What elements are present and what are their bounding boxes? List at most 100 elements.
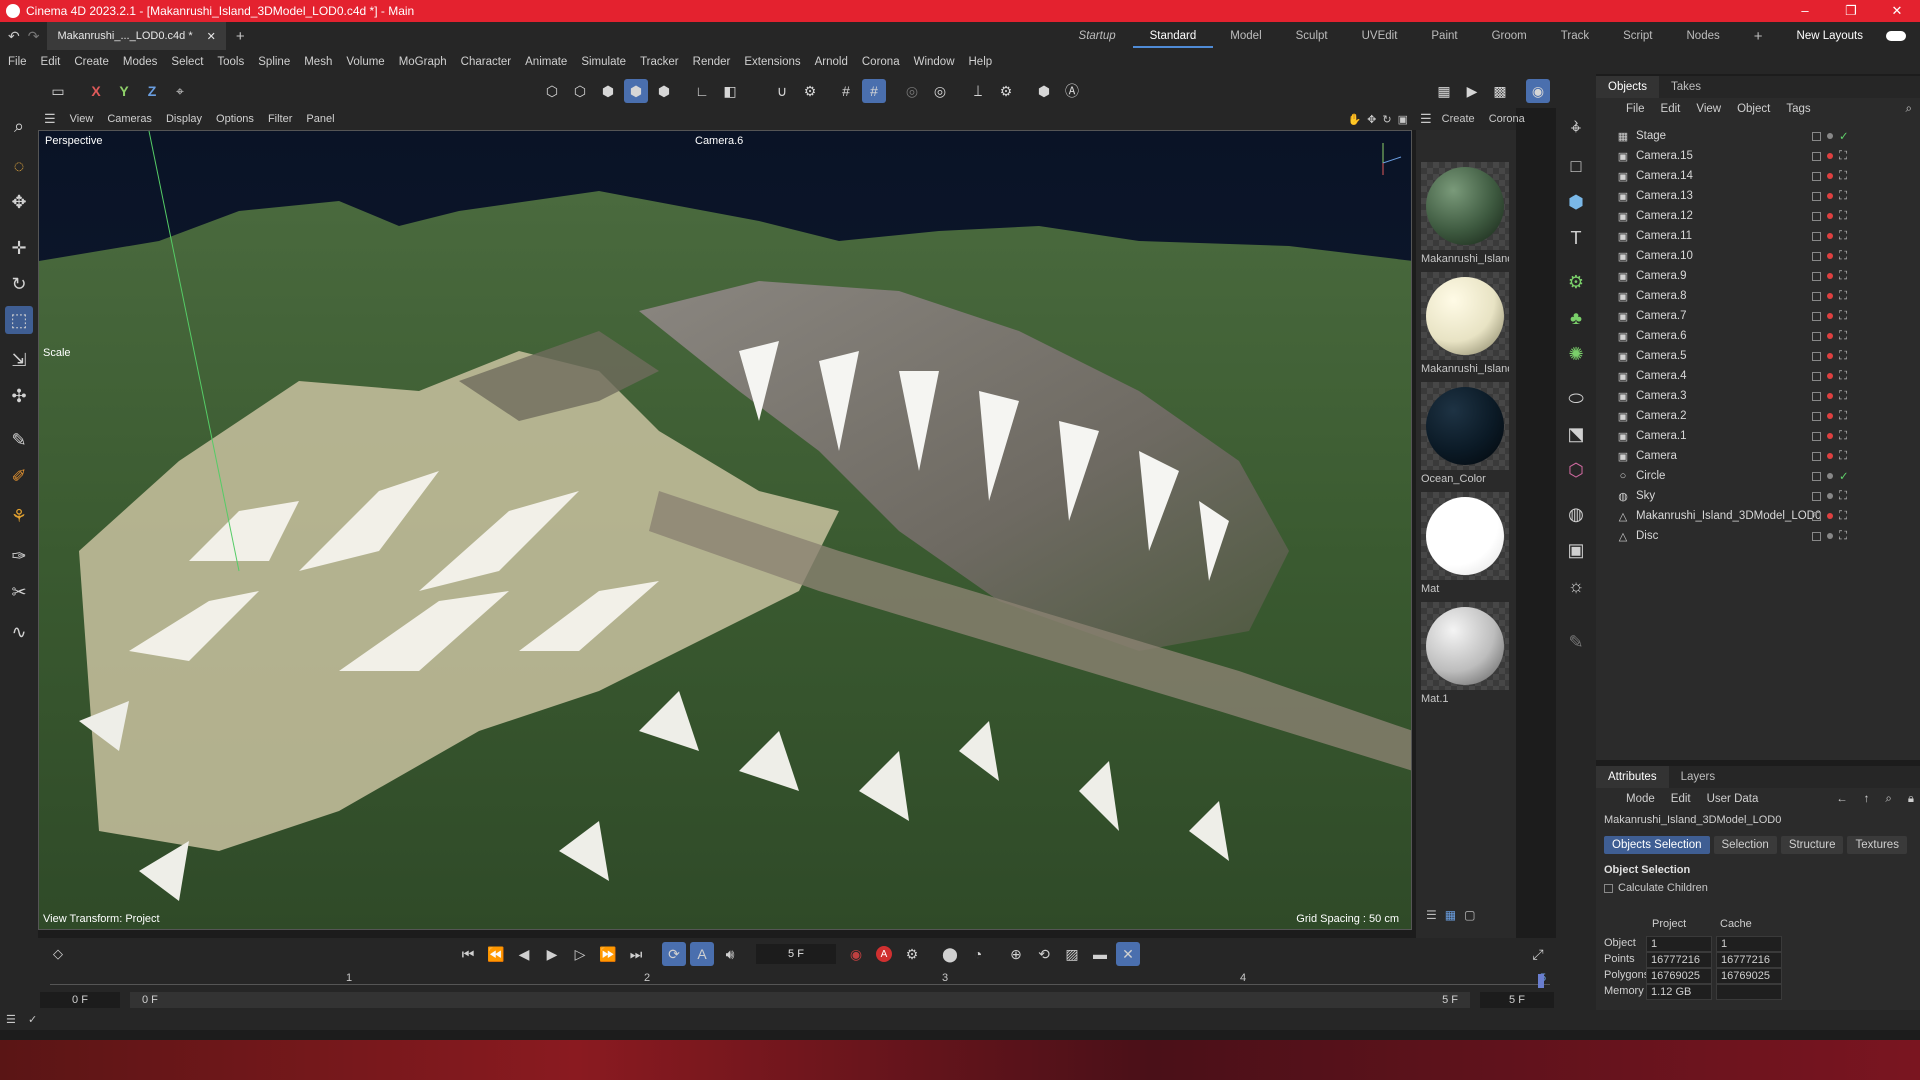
- points-mode-icon[interactable]: ⬡: [540, 79, 564, 103]
- material-swatch[interactable]: Ocean_Color: [1421, 382, 1509, 485]
- attr-up-icon[interactable]: ↑: [1864, 793, 1870, 805]
- object-row[interactable]: ▣ Camera.7 ⛶: [1596, 306, 1920, 326]
- object-row[interactable]: ▣ Camera.3 ⛶: [1596, 386, 1920, 406]
- knife-tool-icon[interactable]: ✂: [5, 578, 33, 606]
- attr-menu-edit[interactable]: Edit: [1671, 793, 1691, 805]
- search-icon[interactable]: ⌕: [5, 112, 33, 140]
- magnet-tool-icon[interactable]: ∿: [5, 618, 33, 646]
- attr-menu-user-data[interactable]: User Data: [1707, 793, 1759, 805]
- calc-children-checkbox[interactable]: [1604, 883, 1613, 893]
- next-key-icon[interactable]: ⏩: [596, 942, 620, 966]
- viewport-menu-view[interactable]: View: [70, 113, 94, 125]
- layer-checkbox[interactable]: [1812, 211, 1821, 221]
- protection-tag-icon[interactable]: ⛶: [1839, 150, 1847, 163]
- enabled-check-icon[interactable]: ✓: [1839, 469, 1849, 483]
- protection-tag-icon[interactable]: ⛶: [1839, 450, 1847, 463]
- previous-key-icon[interactable]: ⏪: [484, 942, 508, 966]
- viewport-menu-cameras[interactable]: Cameras: [107, 113, 152, 125]
- layout-sculpt[interactable]: Sculpt: [1279, 30, 1345, 42]
- subtab-objects-selection[interactable]: Objects Selection: [1604, 836, 1710, 854]
- go-to-end-icon[interactable]: ⏭: [624, 942, 648, 966]
- viewport-rotate-icon[interactable]: ↻: [1382, 113, 1391, 126]
- layer-checkbox[interactable]: [1812, 471, 1821, 481]
- protection-tag-icon[interactable]: ⛶: [1839, 390, 1847, 403]
- maximize-icon[interactable]: ❐: [1828, 3, 1874, 19]
- document-tab[interactable]: Makanrushi_..._LOD0.c4d * ✕: [47, 22, 226, 50]
- visibility-dot[interactable]: [1827, 533, 1833, 539]
- menu-arnold[interactable]: Arnold: [815, 56, 848, 68]
- move-tool-icon[interactable]: ✛: [5, 234, 33, 262]
- scale-tool-icon[interactable]: ⬚: [5, 306, 33, 334]
- layer-checkbox[interactable]: [1812, 391, 1821, 401]
- visibility-dot[interactable]: [1827, 353, 1833, 359]
- layer-checkbox[interactable]: [1812, 251, 1821, 261]
- object-row[interactable]: ▣ Camera.8 ⛶: [1596, 286, 1920, 306]
- undo-icon[interactable]: ↶: [8, 28, 20, 45]
- attr-lock-icon[interactable]: 🔒︎: [1908, 793, 1914, 806]
- record-icon[interactable]: ◉: [844, 942, 868, 966]
- previous-frame-icon[interactable]: ◀: [512, 942, 536, 966]
- visibility-dot[interactable]: [1827, 513, 1833, 519]
- protection-tag-icon[interactable]: ⛶: [1839, 310, 1847, 323]
- polygons-mode-icon[interactable]: ⬢: [596, 79, 620, 103]
- protection-tag-icon[interactable]: ⛶: [1839, 290, 1847, 303]
- extrude-tool-icon[interactable]: ⚘: [5, 502, 33, 530]
- effector-icon[interactable]: ✺: [1562, 340, 1590, 368]
- menu-extensions[interactable]: Extensions: [744, 56, 800, 68]
- visibility-dot[interactable]: [1827, 293, 1833, 299]
- subtab-selection[interactable]: Selection: [1713, 836, 1777, 854]
- menu-spline[interactable]: Spline: [258, 56, 290, 68]
- menu-mograph[interactable]: MoGraph: [399, 56, 447, 68]
- object-row[interactable]: ▣ Camera.9 ⛶: [1596, 266, 1920, 286]
- add-layout-icon[interactable]: +: [1737, 28, 1780, 45]
- menu-render[interactable]: Render: [693, 56, 731, 68]
- layer-checkbox[interactable]: [1812, 151, 1821, 161]
- minimize-icon[interactable]: –: [1782, 3, 1828, 19]
- protection-tag-icon[interactable]: ⛶: [1839, 510, 1847, 523]
- layer-checkbox[interactable]: [1812, 431, 1821, 441]
- cube-primitive-icon[interactable]: □: [1562, 152, 1590, 180]
- menu-tools[interactable]: Tools: [217, 56, 244, 68]
- visibility-dot[interactable]: [1827, 373, 1833, 379]
- object-row[interactable]: ▣ Camera ⛶: [1596, 446, 1920, 466]
- grid-snap-icon[interactable]: #: [834, 79, 858, 103]
- soft-selection-icon[interactable]: ✣: [5, 382, 33, 410]
- go-to-start-icon[interactable]: ⏮: [456, 942, 480, 966]
- menu-select[interactable]: Select: [171, 56, 203, 68]
- menu-create[interactable]: Create: [74, 56, 109, 68]
- key-scale-icon[interactable]: ⊕: [1004, 942, 1028, 966]
- render-to-picture-viewer-icon[interactable]: ▶: [1460, 79, 1484, 103]
- visibility-dot[interactable]: [1827, 473, 1833, 479]
- protection-tag-icon[interactable]: ⛶: [1839, 490, 1847, 503]
- layer-checkbox[interactable]: [1812, 131, 1821, 141]
- menu-tracker[interactable]: Tracker: [640, 56, 679, 68]
- menu-help[interactable]: Help: [969, 56, 993, 68]
- protection-tag-icon[interactable]: ⛶: [1839, 350, 1847, 363]
- cursor-icon[interactable]: ⌖: [1562, 114, 1590, 142]
- layout-toggle[interactable]: [1886, 31, 1906, 41]
- layer-checkbox[interactable]: [1812, 351, 1821, 361]
- viewport-hamburger-icon[interactable]: ☰: [44, 111, 56, 127]
- render-view-icon[interactable]: ▦: [1432, 79, 1456, 103]
- snap-magnet-icon[interactable]: ∪: [770, 79, 794, 103]
- visibility-dot[interactable]: [1827, 153, 1833, 159]
- layer-checkbox[interactable]: [1812, 331, 1821, 341]
- menu-file[interactable]: File: [8, 56, 27, 68]
- material-swatch[interactable]: Makanrushi_Island: [1421, 272, 1509, 375]
- object-row[interactable]: ▣ Camera.12 ⛶: [1596, 206, 1920, 226]
- tweak-mode-icon[interactable]: ◧: [718, 79, 742, 103]
- object-row[interactable]: ▣ Camera.5 ⛶: [1596, 346, 1920, 366]
- render-settings-edit-icon[interactable]: ▩: [1488, 79, 1512, 103]
- object-row[interactable]: ○ Circle ✓: [1596, 466, 1920, 486]
- object-mode-icon[interactable]: ⬢: [624, 79, 648, 103]
- key-motion-icon[interactable]: ✕: [1116, 942, 1140, 966]
- menu-mesh[interactable]: Mesh: [304, 56, 332, 68]
- light-object-icon[interactable]: ☼: [1562, 572, 1590, 600]
- auto-keying-icon[interactable]: Ⓐ: [1060, 79, 1084, 103]
- sketch-tool-icon[interactable]: ✐: [5, 462, 33, 490]
- menu-window[interactable]: Window: [914, 56, 955, 68]
- tab-objects[interactable]: Objects: [1596, 76, 1659, 98]
- model-mode-icon[interactable]: ▭: [46, 79, 70, 103]
- menu-modes[interactable]: Modes: [123, 56, 158, 68]
- camera-object-icon[interactable]: ▣: [1562, 536, 1590, 564]
